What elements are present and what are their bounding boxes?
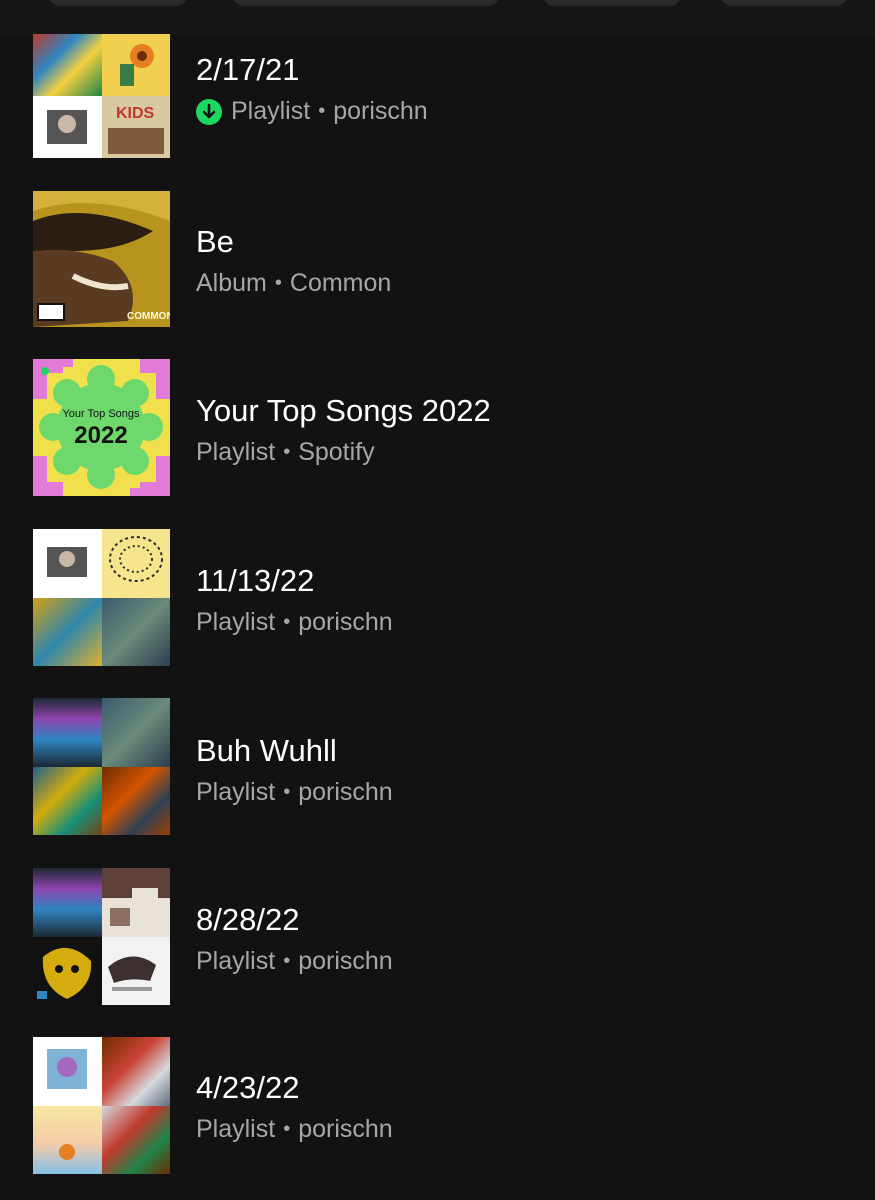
item-owner: porischn <box>298 1115 393 1143</box>
library-item[interactable]: 8/28/22 Playlist • porischn <box>0 868 875 1006</box>
library-item[interactable]: KIDS 2/17/21 Playlist • porischn <box>0 34 875 172</box>
filter-bar <box>0 0 875 34</box>
separator: • <box>274 272 282 294</box>
item-type: Playlist <box>196 438 276 466</box>
item-owner: porischn <box>298 947 393 975</box>
item-type: Playlist <box>196 608 276 636</box>
item-subtitle: Playlist • porischn <box>196 1115 393 1144</box>
filter-chip[interactable] <box>542 0 682 6</box>
item-owner: Spotify <box>298 438 375 466</box>
item-title: Be <box>196 224 234 259</box>
library-item[interactable]: Buh Wuhll Playlist • porischn <box>0 698 875 836</box>
playlist-cover: Your Top Songs 2022 <box>33 359 170 496</box>
item-title: 11/13/22 <box>196 563 315 598</box>
item-title: Buh Wuhll <box>196 733 337 768</box>
separator: • <box>283 950 291 972</box>
playlist-cover <box>33 1037 170 1174</box>
item-title: 8/28/22 <box>196 902 300 937</box>
library-item[interactable]: 4/23/22 Playlist • porischn <box>0 1037 875 1175</box>
playlist-cover: KIDS <box>33 34 170 158</box>
item-title: 2/17/21 <box>196 52 300 87</box>
library-item[interactable]: 11/13/22 Playlist • porischn <box>0 529 875 667</box>
separator: • <box>283 441 291 463</box>
cover-text-line1: Your Top Songs <box>62 408 140 420</box>
kids-cover-text: KIDS <box>116 105 155 122</box>
item-subtitle: Playlist • porischn <box>196 947 393 976</box>
filter-chip[interactable] <box>48 0 188 6</box>
item-owner: Common <box>289 269 392 297</box>
item-title: 4/23/22 <box>196 1070 300 1105</box>
separator: • <box>283 781 291 803</box>
item-subtitle: Album • Common <box>196 269 391 298</box>
item-owner: porischn <box>298 778 393 806</box>
playlist-cover <box>33 698 170 835</box>
separator: • <box>318 100 326 122</box>
filter-chip[interactable] <box>232 0 500 6</box>
playlist-cover <box>33 529 170 666</box>
library-item[interactable]: COMMON Be Album • Common <box>0 190 875 328</box>
album-cover: COMMON <box>33 191 170 327</box>
album-cover-text: COMMON <box>127 311 170 322</box>
separator: • <box>283 611 291 633</box>
item-subtitle: Playlist • porischn <box>196 778 393 807</box>
separator: • <box>283 1118 291 1140</box>
item-type: Playlist <box>196 947 276 975</box>
item-subtitle: Playlist • porischn <box>196 608 393 637</box>
filter-chip[interactable] <box>720 0 848 6</box>
item-owner: porischn <box>298 608 393 636</box>
item-type: Album <box>196 269 267 297</box>
cover-text-line2: 2022 <box>74 422 127 449</box>
playlist-cover <box>33 868 170 1005</box>
item-subtitle: Playlist • porischn <box>196 97 428 126</box>
item-subtitle: Playlist • Spotify <box>196 438 375 467</box>
item-owner: porischn <box>333 97 428 125</box>
item-type: Playlist <box>196 778 276 806</box>
item-type: Playlist <box>231 97 311 125</box>
item-title: Your Top Songs 2022 <box>196 393 491 428</box>
downloaded-icon <box>196 98 222 125</box>
library-item[interactable]: Your Top Songs 2022 Your Top Songs 2022 … <box>0 359 875 497</box>
item-type: Playlist <box>196 1115 276 1143</box>
